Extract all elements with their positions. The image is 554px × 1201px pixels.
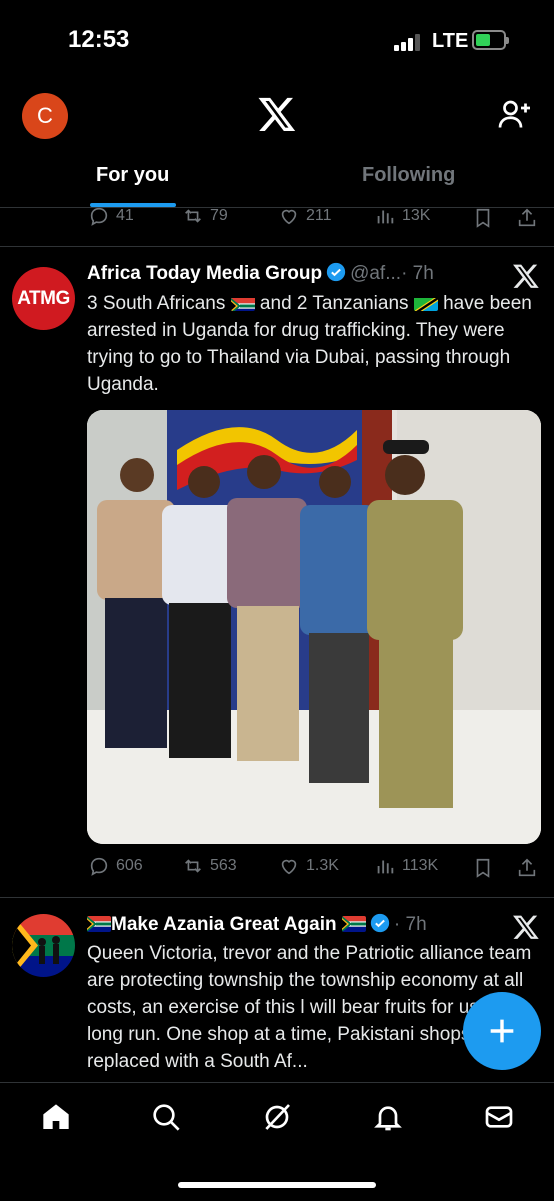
plus-icon bbox=[490, 1019, 514, 1043]
author-handle[interactable]: @af... bbox=[350, 263, 401, 284]
reply-icon bbox=[90, 207, 108, 226]
network-type: LTE bbox=[432, 30, 469, 52]
tweet-image[interactable] bbox=[87, 410, 541, 844]
prev-tweet-action-bar: 41 79 211 13K bbox=[88, 205, 540, 233]
like-button[interactable]: 211 bbox=[278, 205, 332, 227]
repost-button[interactable]: 79 bbox=[182, 205, 228, 227]
repost-count: 563 bbox=[210, 857, 237, 874]
tweet-action-bar: 606 563 1.3K 113K bbox=[88, 855, 540, 883]
heart-icon bbox=[281, 859, 297, 875]
share-icon[interactable] bbox=[516, 207, 538, 229]
reply-button[interactable]: 606 bbox=[88, 855, 143, 877]
like-button[interactable]: 1.3K bbox=[278, 855, 339, 877]
messages-icon[interactable] bbox=[483, 1101, 515, 1133]
tweet-text: 3 South Africans and 2 Tanzanians have b… bbox=[87, 290, 542, 398]
tweet-text-part: 3 South Africans bbox=[87, 293, 231, 314]
status-time: 12:53 bbox=[68, 26, 130, 53]
views-button[interactable]: 113K bbox=[374, 855, 438, 877]
tweet-header: Make Azania Great Again · 7h bbox=[87, 913, 427, 936]
reply-count: 606 bbox=[116, 857, 143, 874]
add-user-icon[interactable] bbox=[497, 96, 533, 132]
compose-button[interactable] bbox=[463, 992, 541, 1070]
reply-count: 41 bbox=[116, 207, 134, 224]
views-icon bbox=[377, 860, 394, 874]
author-name[interactable]: Africa Today Media Group bbox=[87, 263, 322, 284]
author-name[interactable]: Make Azania Great Again bbox=[111, 914, 337, 935]
repost-count: 79 bbox=[210, 207, 228, 224]
tweet-author-avatar[interactable] bbox=[12, 914, 75, 977]
bookmark-icon[interactable] bbox=[472, 857, 494, 879]
verified-badge-icon bbox=[326, 262, 346, 282]
home-icon[interactable] bbox=[40, 1101, 72, 1133]
verified-badge-icon bbox=[370, 913, 390, 933]
tweet-divider bbox=[0, 246, 554, 247]
views-button[interactable]: 13K bbox=[374, 205, 430, 227]
grok-x-icon[interactable] bbox=[512, 913, 540, 941]
profile-avatar[interactable]: C bbox=[22, 93, 68, 139]
repost-icon bbox=[185, 209, 201, 223]
repost-button[interactable]: 563 bbox=[182, 855, 237, 877]
south-africa-flag-icon bbox=[230, 295, 255, 311]
tweet-divider bbox=[0, 897, 554, 898]
tweet-text-part: have bbox=[437, 293, 485, 314]
signal-icon bbox=[394, 33, 424, 51]
tab-following[interactable]: Following bbox=[362, 164, 455, 187]
views-count: 113K bbox=[402, 857, 439, 874]
notifications-icon[interactable] bbox=[372, 1101, 404, 1133]
tweet-header: Africa Today Media Group @af...· 7h bbox=[87, 262, 434, 285]
share-icon[interactable] bbox=[516, 857, 538, 879]
tweet-text-part: and 2 Tanzanians bbox=[254, 293, 414, 314]
tab-for-you[interactable]: For you bbox=[96, 164, 169, 187]
repost-icon bbox=[185, 859, 201, 873]
x-logo-icon[interactable] bbox=[257, 94, 297, 134]
south-africa-flag-icon bbox=[87, 916, 111, 932]
home-indicator bbox=[178, 1182, 376, 1188]
like-count: 211 bbox=[306, 207, 332, 224]
tweet-time: · 7h bbox=[393, 914, 427, 935]
tweet-time: · 7h bbox=[401, 263, 434, 284]
bookmark-icon[interactable] bbox=[472, 207, 494, 229]
reply-button[interactable]: 41 bbox=[88, 205, 134, 227]
heart-icon bbox=[281, 209, 297, 225]
reply-icon bbox=[90, 857, 108, 876]
tweet-author-avatar[interactable]: ATMG bbox=[12, 267, 75, 330]
views-count: 13K bbox=[402, 207, 431, 224]
views-icon bbox=[377, 210, 394, 224]
grok-icon[interactable] bbox=[261, 1101, 293, 1133]
south-africa-flag-icon bbox=[341, 916, 366, 932]
tanzania-flag-icon bbox=[413, 295, 438, 311]
search-icon[interactable] bbox=[150, 1101, 182, 1133]
like-count: 1.3K bbox=[306, 857, 339, 874]
grok-x-icon[interactable] bbox=[512, 262, 540, 290]
battery-icon bbox=[472, 30, 509, 50]
